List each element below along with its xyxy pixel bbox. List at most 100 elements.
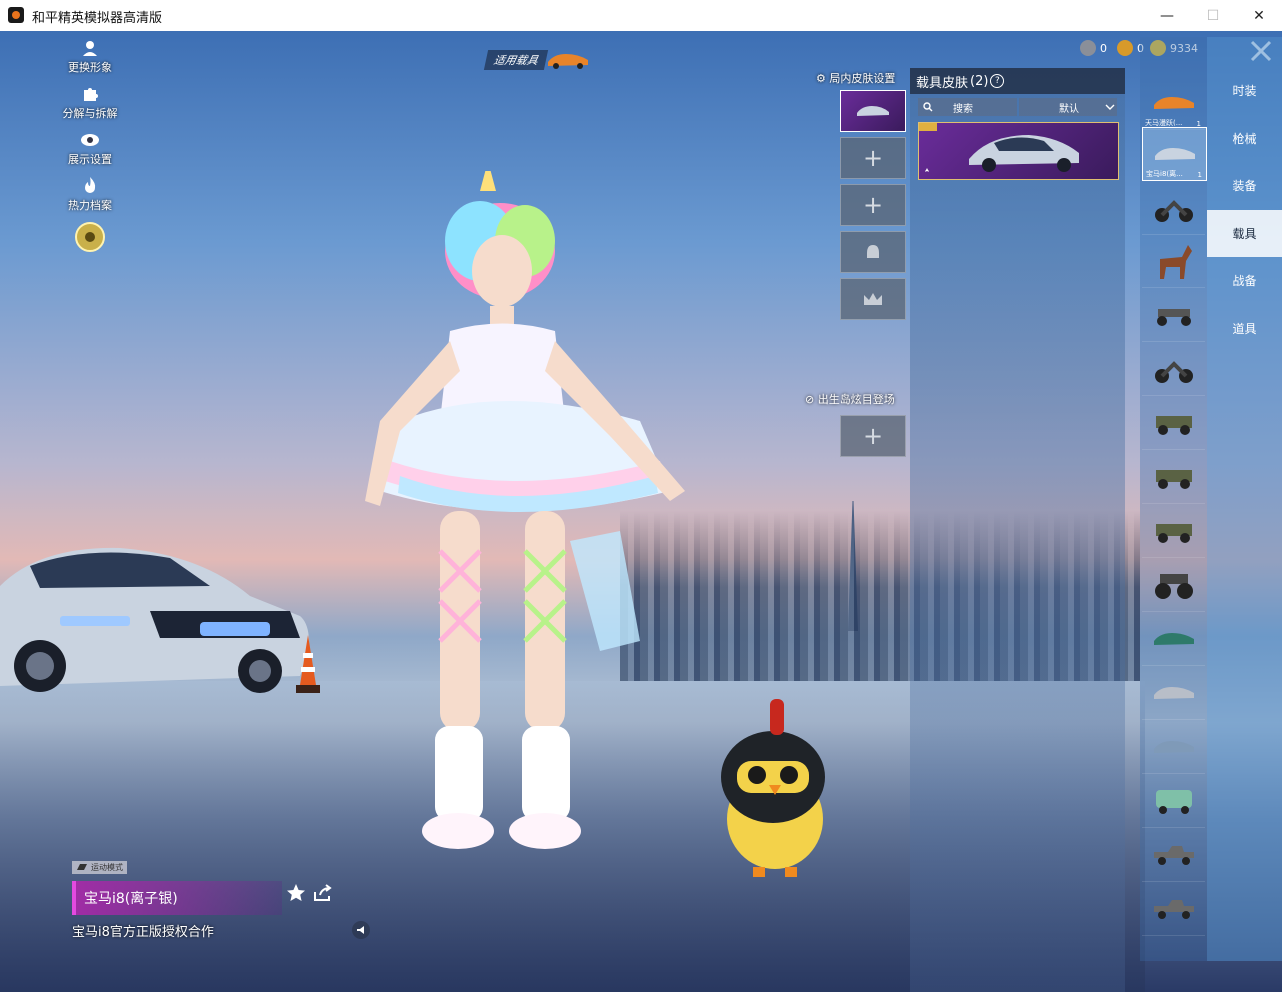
- vehicle-thumb[interactable]: [1142, 721, 1205, 774]
- birth-island-label: 出生岛炫目登场: [817, 393, 895, 406]
- sedan-green-icon: [1153, 633, 1194, 645]
- skin-slot-locked-1[interactable]: [840, 231, 906, 273]
- vehicle-thumb[interactable]: 天马漫跃(... 1: [1142, 77, 1205, 130]
- skin-panel-count: (2): [970, 73, 989, 89]
- tab-items[interactable]: 道具: [1207, 305, 1282, 353]
- player-character: [365, 171, 685, 849]
- vehicle-subtitle: 宝马i8官方正版授权合作: [72, 925, 214, 940]
- skin-sort-label: 默认: [1059, 103, 1079, 115]
- vehicle-thumb[interactable]: [1142, 343, 1205, 396]
- vehicle-thumb[interactable]: [1142, 613, 1205, 666]
- mode-label: 运动模式: [91, 862, 123, 872]
- app-logo-icon: [8, 7, 24, 23]
- minimize-button[interactable]: —: [1144, 0, 1190, 31]
- close-window-button[interactable]: ✕: [1236, 0, 1282, 31]
- vehicle-thumb[interactable]: [1142, 397, 1205, 450]
- skin-slot-locked-2[interactable]: [840, 278, 906, 320]
- vehicle-thumb[interactable]: [1142, 235, 1205, 288]
- plus-icon: +: [862, 422, 884, 450]
- heat-archive-label: 热力档案: [68, 199, 112, 212]
- tab-vehicles[interactable]: 载具: [1207, 209, 1282, 257]
- crown-icon: [864, 293, 882, 305]
- jeep-icon: [1155, 524, 1192, 543]
- share-button[interactable]: [313, 884, 333, 907]
- vehicle-thumb[interactable]: [1142, 775, 1205, 828]
- van-icon: [1155, 790, 1192, 814]
- currency-silver-value: 0: [1100, 41, 1107, 55]
- share-icon: [314, 884, 332, 901]
- avatar-icon: [80, 38, 100, 58]
- vehicle-thumb[interactable]: [1142, 667, 1205, 720]
- skin-search-box[interactable]: 搜索: [918, 98, 1017, 116]
- vehicle-thumb[interactable]: [1142, 883, 1205, 936]
- vehicle-thumb[interactable]: [1142, 829, 1205, 882]
- maximize-button[interactable]: ☐: [1190, 0, 1236, 31]
- category-tabs: 时装 枪械 装备 载具 战备 道具: [1207, 37, 1282, 961]
- chevron-down-icon: [1105, 104, 1115, 110]
- skin-panel-title: 载具皮肤: [916, 75, 969, 91]
- applicable-vehicle-tag[interactable]: 适用载具: [483, 50, 590, 70]
- skin-slot-add-1[interactable]: +: [840, 137, 906, 179]
- decompose-label: 分解与拆解: [62, 107, 118, 120]
- help-icon[interactable]: ?: [990, 74, 1005, 88]
- pickup-icon: [1153, 900, 1194, 919]
- favorite-button[interactable]: [286, 883, 306, 908]
- orange-car-icon: [548, 54, 588, 69]
- monster-truck-icon: [1154, 574, 1193, 599]
- skin-card-bmw-i8[interactable]: [918, 122, 1119, 180]
- applicable-vehicle-label: 适用载具: [483, 50, 549, 70]
- car-orange-icon: [1153, 97, 1194, 109]
- buggy-icon: [1156, 309, 1191, 326]
- vehicle-thumb[interactable]: [1142, 182, 1205, 235]
- decompose-button[interactable]: 分解与拆解: [54, 84, 126, 121]
- plus-icon: +: [862, 144, 884, 172]
- star-icon: [287, 884, 305, 901]
- display-settings-label: 展示设置: [68, 153, 112, 166]
- puzzle-icon: [80, 84, 100, 104]
- emblem-icon: [75, 222, 105, 252]
- change-avatar-label: 更换形象: [68, 61, 112, 74]
- vehicle-thumb[interactable]: [1142, 505, 1205, 558]
- display-settings-button[interactable]: 展示设置: [54, 130, 126, 167]
- vehicle-thumb[interactable]: [1142, 289, 1205, 342]
- sedan-silver-icon: [1153, 687, 1194, 699]
- flame-icon: [80, 176, 100, 196]
- silver-car-icon: [857, 106, 889, 116]
- birth-island-add-slot[interactable]: +: [840, 415, 906, 457]
- heat-archive-button[interactable]: 热力档案: [54, 176, 126, 213]
- vehicle-thumbnail-list: 天马漫跃(... 1 宝马i8(离... 1: [1140, 37, 1207, 961]
- change-avatar-button[interactable]: 更换形象: [54, 38, 126, 75]
- vehicle-info: 运动模式 宝马i8(离子银) 宝马i8官方正版授权合作: [72, 856, 282, 940]
- jeep-icon: [1155, 470, 1192, 489]
- vehicle-preview-car: [0, 547, 309, 693]
- birth-island-section: ⊘ 出生岛炫目登场: [805, 393, 895, 406]
- motorcycle-icon: [1154, 200, 1193, 222]
- vehicle-thumb[interactable]: [1142, 451, 1205, 504]
- sedan-blue-icon: [1153, 741, 1194, 753]
- skin-slot-vehicle[interactable]: [840, 90, 906, 132]
- tab-fashion[interactable]: 时装: [1207, 67, 1282, 115]
- currency-silver[interactable]: 0: [1080, 40, 1107, 56]
- tab-combat-gear[interactable]: 战备: [1207, 257, 1282, 305]
- skin-slot-add-2[interactable]: +: [840, 184, 906, 226]
- plus-icon: +: [862, 191, 884, 219]
- bronze-coin-icon: [1117, 40, 1133, 56]
- horse-icon: [1159, 245, 1192, 279]
- bmw-i8-skin-image: [919, 123, 1079, 172]
- vehicle-thumb-selected[interactable]: 宝马i8(离... 1: [1142, 127, 1207, 181]
- tab-equipment[interactable]: 装备: [1207, 162, 1282, 210]
- skin-search-label: 搜索: [953, 103, 973, 115]
- jeep-icon: [1155, 416, 1192, 435]
- vehicle-thumb[interactable]: [1142, 559, 1205, 612]
- vehicle-thumb-count: 1: [1197, 171, 1202, 179]
- skin-panel-header: 载具皮肤 (2) ?: [910, 68, 1125, 94]
- tab-weapons[interactable]: 枪械: [1207, 115, 1282, 163]
- vehicle-skin-panel: 载具皮肤 (2) ? 搜索 默认: [910, 68, 1125, 992]
- horn-button[interactable]: [352, 921, 370, 939]
- silver-coin-icon: [1080, 40, 1096, 56]
- motorcycle-icon: [1154, 361, 1193, 383]
- emblem-button[interactable]: [54, 222, 126, 252]
- skin-sort-dropdown[interactable]: 默认: [1019, 98, 1117, 116]
- search-icon: [923, 102, 933, 112]
- pet-chick: [721, 699, 825, 877]
